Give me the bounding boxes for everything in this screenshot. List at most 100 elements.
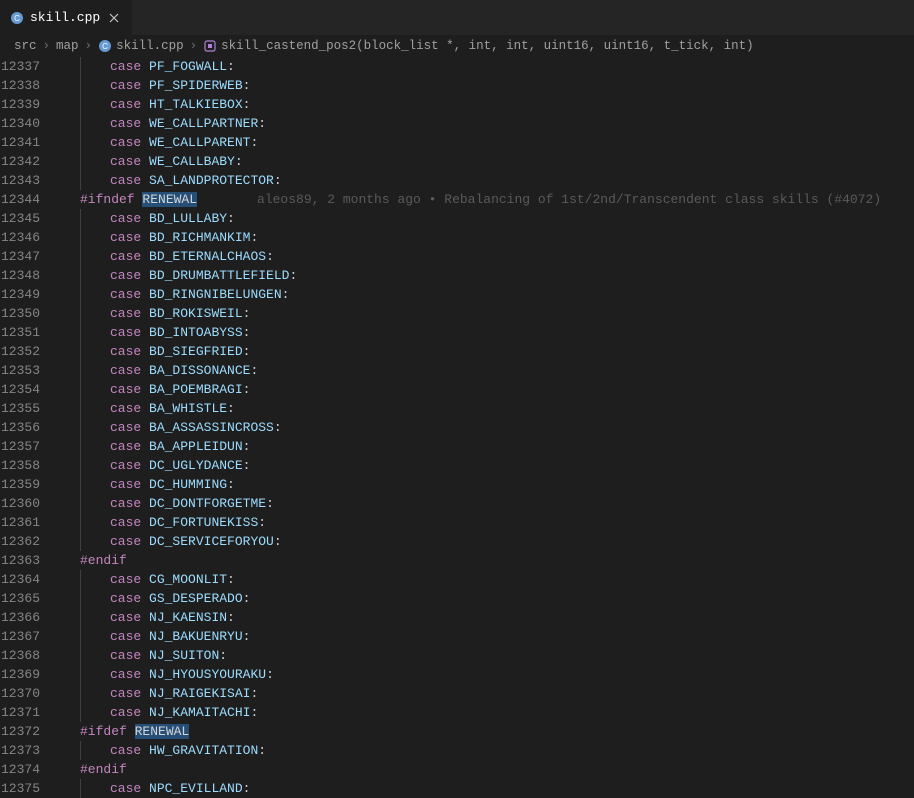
code-line[interactable]: 12340case WE_CALLPARTNER:: [0, 114, 914, 133]
code-line[interactable]: 12359case DC_HUMMING:: [0, 475, 914, 494]
code-line[interactable]: 12366case NJ_KAENSIN:: [0, 608, 914, 627]
line-number[interactable]: 12349: [0, 285, 58, 304]
code-content[interactable]: case BD_INTOABYSS:: [58, 323, 914, 342]
code-content[interactable]: case WE_CALLBABY:: [58, 152, 914, 171]
line-number[interactable]: 12344: [0, 190, 58, 209]
code-content[interactable]: case DC_UGLYDANCE:: [58, 456, 914, 475]
code-content[interactable]: case GS_DESPERADO:: [58, 589, 914, 608]
line-number[interactable]: 12369: [0, 665, 58, 684]
code-content[interactable]: case BD_ETERNALCHAOS:: [58, 247, 914, 266]
code-line[interactable]: 12356case BA_ASSASSINCROSS:: [0, 418, 914, 437]
code-content[interactable]: case BA_POEMBRAGI:: [58, 380, 914, 399]
code-line[interactable]: 12342case WE_CALLBABY:: [0, 152, 914, 171]
git-blame-annotation[interactable]: aleos89, 2 months ago • Rebalancing of 1…: [197, 192, 881, 207]
line-number[interactable]: 12343: [0, 171, 58, 190]
code-line[interactable]: 12370case NJ_RAIGEKISAI:: [0, 684, 914, 703]
breadcrumb-item[interactable]: map: [56, 39, 79, 53]
code-line[interactable]: 12339case HT_TALKIEBOX:: [0, 95, 914, 114]
code-line[interactable]: 12341case WE_CALLPARENT:: [0, 133, 914, 152]
code-content[interactable]: case DC_FORTUNEKISS:: [58, 513, 914, 532]
code-line[interactable]: 12368case NJ_SUITON:: [0, 646, 914, 665]
line-number[interactable]: 12355: [0, 399, 58, 418]
code-line[interactable]: 12338case PF_SPIDERWEB:: [0, 76, 914, 95]
code-line[interactable]: 12363#endif: [0, 551, 914, 570]
line-number[interactable]: 12366: [0, 608, 58, 627]
code-content[interactable]: case NPC_EVILLAND:: [58, 779, 914, 798]
line-number[interactable]: 12339: [0, 95, 58, 114]
code-content[interactable]: case NJ_BAKUENRYU:: [58, 627, 914, 646]
code-content[interactable]: #endif: [58, 760, 914, 779]
code-content[interactable]: case NJ_HYOUSYOURAKU:: [58, 665, 914, 684]
code-line[interactable]: 12373case HW_GRAVITATION:: [0, 741, 914, 760]
code-content[interactable]: case BD_SIEGFRIED:: [58, 342, 914, 361]
tab-skill-cpp[interactable]: C skill.cpp: [0, 0, 133, 35]
line-number[interactable]: 12338: [0, 76, 58, 95]
code-line[interactable]: 12347case BD_ETERNALCHAOS:: [0, 247, 914, 266]
code-content[interactable]: case DC_DONTFORGETME:: [58, 494, 914, 513]
line-number[interactable]: 12353: [0, 361, 58, 380]
code-content[interactable]: case BA_DISSONANCE:: [58, 361, 914, 380]
line-number[interactable]: 12360: [0, 494, 58, 513]
line-number[interactable]: 12362: [0, 532, 58, 551]
line-number[interactable]: 12357: [0, 437, 58, 456]
code-line[interactable]: 12344#ifndef RENEWALaleos89, 2 months ag…: [0, 190, 914, 209]
line-number[interactable]: 12364: [0, 570, 58, 589]
code-line[interactable]: 12365case GS_DESPERADO:: [0, 589, 914, 608]
line-number[interactable]: 12347: [0, 247, 58, 266]
line-number[interactable]: 12351: [0, 323, 58, 342]
code-line[interactable]: 12357case BA_APPLEIDUN:: [0, 437, 914, 456]
code-line[interactable]: 12349case BD_RINGNIBELUNGEN:: [0, 285, 914, 304]
code-line[interactable]: 12374#endif: [0, 760, 914, 779]
code-line[interactable]: 12343case SA_LANDPROTECTOR:: [0, 171, 914, 190]
code-line[interactable]: 12360case DC_DONTFORGETME:: [0, 494, 914, 513]
code-line[interactable]: 12375case NPC_EVILLAND:: [0, 779, 914, 798]
code-content[interactable]: case WE_CALLPARENT:: [58, 133, 914, 152]
breadcrumb-item[interactable]: skill_castend_pos2(block_list *, int, in…: [203, 39, 754, 53]
line-number[interactable]: 12371: [0, 703, 58, 722]
code-content[interactable]: case BD_LULLABY:: [58, 209, 914, 228]
line-number[interactable]: 12359: [0, 475, 58, 494]
line-number[interactable]: 12370: [0, 684, 58, 703]
line-number[interactable]: 12372: [0, 722, 58, 741]
code-line[interactable]: 12358case DC_UGLYDANCE:: [0, 456, 914, 475]
code-content[interactable]: case NJ_RAIGEKISAI:: [58, 684, 914, 703]
code-line[interactable]: 12352case BD_SIEGFRIED:: [0, 342, 914, 361]
line-number[interactable]: 12358: [0, 456, 58, 475]
code-line[interactable]: 12364case CG_MOONLIT:: [0, 570, 914, 589]
line-number[interactable]: 12356: [0, 418, 58, 437]
code-line[interactable]: 12367case NJ_BAKUENRYU:: [0, 627, 914, 646]
code-content[interactable]: case HT_TALKIEBOX:: [58, 95, 914, 114]
close-icon[interactable]: [106, 10, 122, 26]
code-content[interactable]: case BD_ROKISWEIL:: [58, 304, 914, 323]
line-number[interactable]: 12367: [0, 627, 58, 646]
code-content[interactable]: case WE_CALLPARTNER:: [58, 114, 914, 133]
code-content[interactable]: case DC_SERVICEFORYOU:: [58, 532, 914, 551]
code-line[interactable]: 12353case BA_DISSONANCE:: [0, 361, 914, 380]
code-content[interactable]: case CG_MOONLIT:: [58, 570, 914, 589]
code-line[interactable]: 12350case BD_ROKISWEIL:: [0, 304, 914, 323]
line-number[interactable]: 12345: [0, 209, 58, 228]
code-line[interactable]: 12337case PF_FOGWALL:: [0, 57, 914, 76]
line-number[interactable]: 12340: [0, 114, 58, 133]
code-line[interactable]: 12348case BD_DRUMBATTLEFIELD:: [0, 266, 914, 285]
code-content[interactable]: case BD_RINGNIBELUNGEN:: [58, 285, 914, 304]
line-number[interactable]: 12354: [0, 380, 58, 399]
code-line[interactable]: 12351case BD_INTOABYSS:: [0, 323, 914, 342]
code-editor[interactable]: 12337case PF_FOGWALL:12338case PF_SPIDER…: [0, 57, 914, 798]
line-number[interactable]: 12361: [0, 513, 58, 532]
line-number[interactable]: 12348: [0, 266, 58, 285]
code-line[interactable]: 12361case DC_FORTUNEKISS:: [0, 513, 914, 532]
code-line[interactable]: 12371case NJ_KAMAITACHI:: [0, 703, 914, 722]
code-content[interactable]: case BA_ASSASSINCROSS:: [58, 418, 914, 437]
code-content[interactable]: case BD_DRUMBATTLEFIELD:: [58, 266, 914, 285]
line-number[interactable]: 12342: [0, 152, 58, 171]
code-content[interactable]: case PF_FOGWALL:: [58, 57, 914, 76]
code-content[interactable]: #ifdef RENEWAL: [58, 722, 914, 741]
line-number[interactable]: 12337: [0, 57, 58, 76]
line-number[interactable]: 12375: [0, 779, 58, 798]
code-line[interactable]: 12354case BA_POEMBRAGI:: [0, 380, 914, 399]
code-content[interactable]: #endif: [58, 551, 914, 570]
code-content[interactable]: case NJ_SUITON:: [58, 646, 914, 665]
code-content[interactable]: #ifndef RENEWALaleos89, 2 months ago • R…: [58, 190, 914, 209]
code-content[interactable]: case HW_GRAVITATION:: [58, 741, 914, 760]
